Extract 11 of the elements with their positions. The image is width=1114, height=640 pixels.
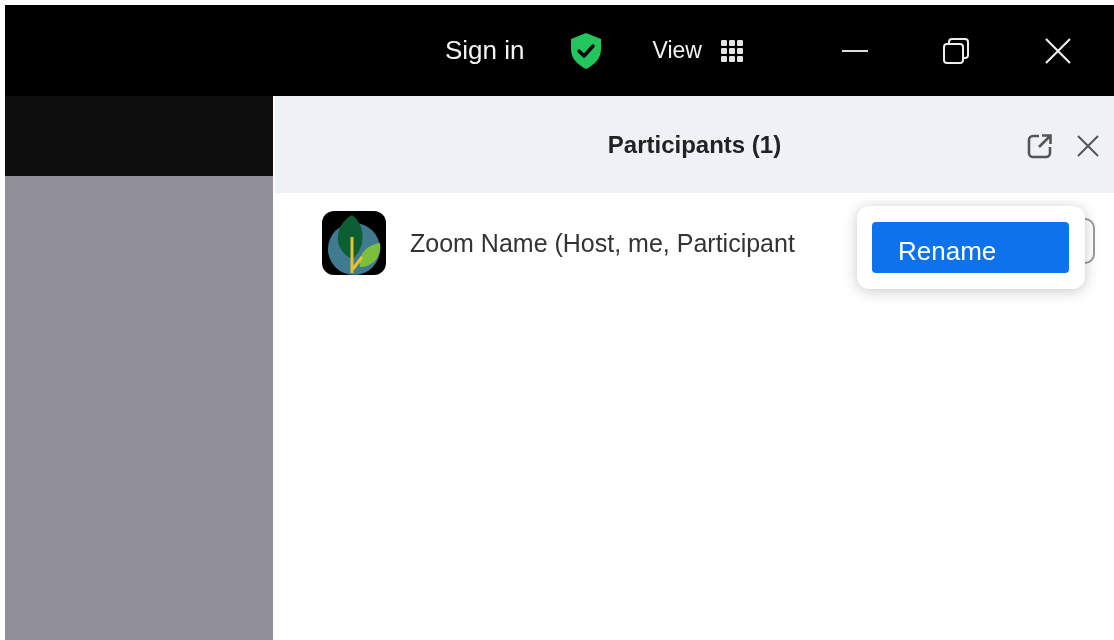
- participant-name: Zoom Name (Host, me, Participant: [410, 228, 795, 258]
- close-icon[interactable]: [1076, 134, 1100, 158]
- restore-icon[interactable]: [941, 36, 970, 65]
- shield-check-icon[interactable]: [568, 31, 603, 70]
- panel-title: Participants (1): [607, 130, 782, 159]
- sign-in-button[interactable]: Sign in: [445, 35, 525, 66]
- view-button[interactable]: View: [652, 37, 702, 64]
- rename-menu-item[interactable]: Rename: [872, 222, 1069, 273]
- tree-avatar-icon: [322, 211, 386, 275]
- pop-out-icon[interactable]: [1026, 132, 1054, 160]
- grid-icon[interactable]: [719, 38, 744, 63]
